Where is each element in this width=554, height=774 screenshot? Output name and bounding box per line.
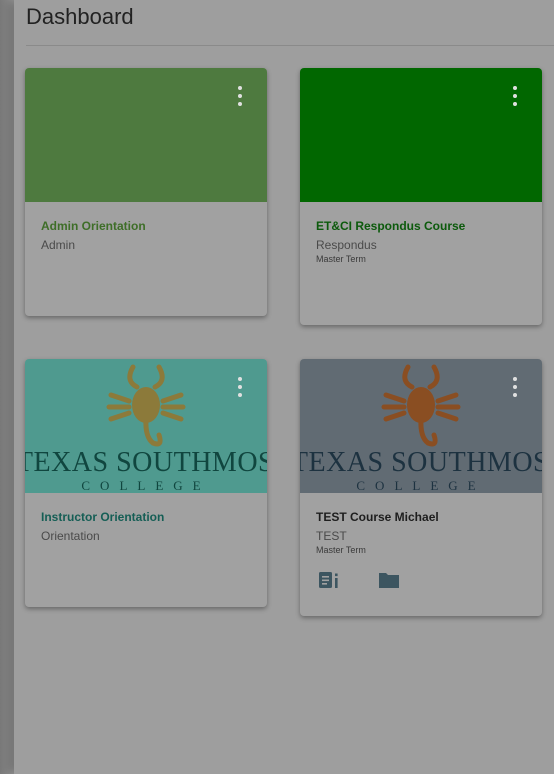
page-title: Dashboard	[26, 4, 134, 29]
logo-wordmark: TEXAS SOUTHMOS	[300, 447, 542, 478]
college-logo: TEXAS SOUTHMOS COLLEGE	[300, 359, 542, 493]
course-card-body: TEST Course Michael TEST Master Term	[300, 493, 542, 616]
course-term: Master Term	[316, 545, 366, 555]
course-card-hero[interactable]	[25, 68, 267, 202]
course-term: Master Term	[316, 254, 366, 264]
course-card-body: Instructor Orientation Orientation	[25, 493, 267, 544]
course-name-link[interactable]: ET&CI Respondus Course	[316, 218, 526, 234]
course-card-instructor-orientation[interactable]: TEXAS SOUTHMOS COLLEGE Instructor Orient…	[25, 359, 267, 607]
course-card-hero[interactable]: TEXAS SOUTHMOS COLLEGE	[300, 359, 542, 493]
announcements-icon[interactable]	[318, 571, 340, 589]
course-code: Respondus	[316, 238, 377, 252]
course-card-test-course-michael[interactable]: TEXAS SOUTHMOS COLLEGE TEST Course Micha…	[300, 359, 542, 616]
logo-subtitle: COLLEGE	[356, 478, 486, 493]
course-code: TEST	[316, 529, 347, 543]
course-card-hero[interactable]	[300, 68, 542, 202]
more-vertical-icon[interactable]	[512, 377, 518, 397]
logo-subtitle: COLLEGE	[81, 478, 211, 493]
global-nav-edge	[0, 0, 14, 774]
course-name-link[interactable]: Instructor Orientation	[41, 509, 251, 525]
more-vertical-icon[interactable]	[237, 86, 243, 106]
course-code: Admin	[41, 238, 76, 252]
more-vertical-icon[interactable]	[237, 377, 243, 397]
course-name-link[interactable]: TEST Course Michael	[316, 509, 526, 525]
course-card-etci-respondus[interactable]: ET&CI Respondus Course Respondus Master …	[300, 68, 542, 325]
title-divider	[26, 45, 554, 46]
logo-wordmark: TEXAS SOUTHMOS	[25, 447, 267, 478]
course-card-admin-orientation[interactable]: Admin Orientation Admin	[25, 68, 267, 316]
course-card-body: ET&CI Respondus Course Respondus Master …	[300, 202, 542, 265]
course-card-actions	[318, 571, 400, 589]
scorpion-icon	[106, 364, 186, 447]
dashboard-main: Dashboard Admin Orientation Admin ET&CI …	[14, 0, 554, 774]
course-name-link[interactable]: Admin Orientation	[41, 218, 251, 234]
course-card-hero[interactable]: TEXAS SOUTHMOS COLLEGE	[25, 359, 267, 493]
more-vertical-icon[interactable]	[512, 86, 518, 106]
course-code: Orientation	[41, 529, 100, 543]
scorpion-icon	[381, 364, 461, 447]
course-card-body: Admin Orientation Admin	[25, 202, 267, 253]
college-logo: TEXAS SOUTHMOS COLLEGE	[25, 359, 267, 493]
files-folder-icon[interactable]	[378, 571, 400, 589]
